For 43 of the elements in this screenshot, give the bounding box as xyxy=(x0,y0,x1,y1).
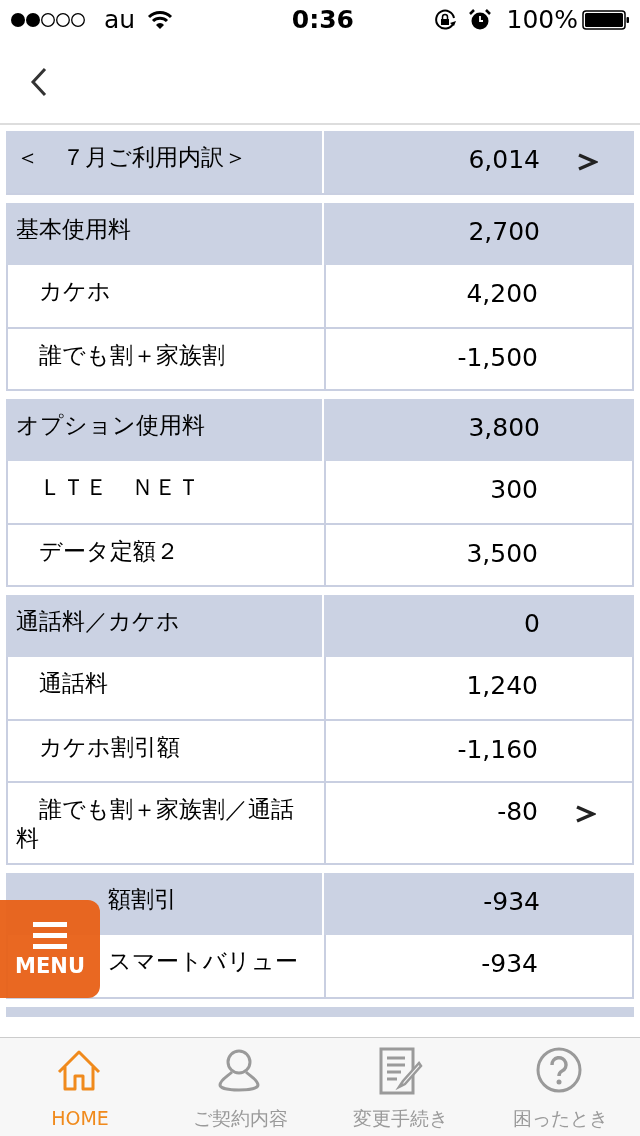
menu-button[interactable]: MENU xyxy=(0,900,100,998)
amount: -934 xyxy=(480,948,538,979)
section-label: 通話料／カケホ xyxy=(16,608,180,634)
section-label: 額割引 xyxy=(108,885,177,912)
section-label: オプション使用料 xyxy=(16,412,205,438)
section-label: ＜ ７月ご利用内訳＞ xyxy=(16,144,247,170)
item-label: スマートバリュー xyxy=(108,947,298,974)
item-label: 誰でも割＋家族割／通話料 xyxy=(16,796,294,851)
amount: 3,800 xyxy=(467,413,540,443)
amount: -934 xyxy=(482,886,540,917)
tab-button[interactable]: HOME xyxy=(0,1038,160,1136)
amount: 300 xyxy=(489,475,538,505)
amount: 3,500 xyxy=(465,539,538,569)
item-label: 誰でも割＋家族割 xyxy=(39,342,225,368)
item-label: データ定額２ xyxy=(39,538,179,564)
tab-button[interactable]: 困ったとき xyxy=(480,1038,640,1136)
amount: -80 xyxy=(496,797,538,827)
alarm-icon xyxy=(468,9,491,31)
back-icon[interactable] xyxy=(30,66,48,97)
battery-percent: 100% xyxy=(506,4,578,37)
wifi-icon xyxy=(147,10,174,30)
section-label: 基本使用料 xyxy=(16,216,131,242)
carrier-name: au xyxy=(104,4,136,37)
signal-icon xyxy=(10,12,88,28)
tab-button[interactable]: 変更手続き xyxy=(320,1038,480,1136)
chevron-right-icon[interactable] xyxy=(574,803,596,825)
item-label: カケホ割引額 xyxy=(39,734,180,760)
amount: 4,200 xyxy=(465,279,538,309)
amount: 0 xyxy=(523,609,540,639)
tab-button[interactable]: ご契約内容 xyxy=(160,1038,320,1136)
amount: -1,500 xyxy=(456,343,538,373)
amount: -1,160 xyxy=(456,735,538,765)
status-time: 0:36 xyxy=(290,4,354,37)
amount: 1,240 xyxy=(465,671,538,701)
amount: 2,700 xyxy=(467,217,540,247)
rotation-lock-icon xyxy=(432,8,457,32)
chevron-right-icon[interactable] xyxy=(576,151,598,173)
amount: 6,014 xyxy=(467,145,540,175)
menu-icon xyxy=(33,921,67,950)
item-label: カケホ xyxy=(39,278,111,304)
item-label: ＬＴＥ ＮＥＴ xyxy=(39,474,200,500)
item-label: 通話料 xyxy=(39,670,108,696)
battery-icon xyxy=(582,10,630,30)
